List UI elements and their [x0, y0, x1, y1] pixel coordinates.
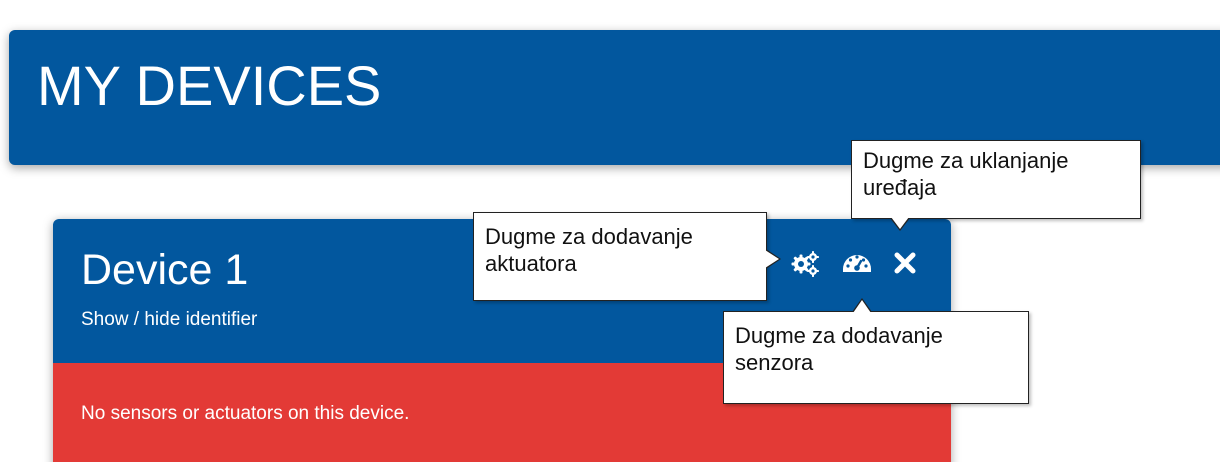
callout-remove-device: Dugme za uklanjanje uređaja — [851, 140, 1141, 231]
page-title: MY DEVICES — [37, 54, 382, 117]
empty-state-message: No sensors or actuators on this device. — [81, 403, 410, 424]
page: MY DEVICES Device 1 Show / hide identifi… — [0, 0, 1220, 462]
callout-add-actuator: Dugme za dodavanje aktuatora — [473, 212, 781, 301]
callout-remove-device-line2: uređaja — [863, 175, 937, 200]
tachometer-icon — [841, 247, 873, 279]
device-name: Device 1 — [81, 246, 249, 294]
callout-add-sensor: Dugme za dodavanje senzora — [723, 298, 1029, 404]
callout-add-sensor-line1: Dugme za dodavanje — [735, 323, 943, 348]
callout-pointer-fill — [765, 250, 779, 268]
callout-pointer-fill — [891, 217, 909, 229]
callout-remove-device-line1: Dugme za uklanjanje — [863, 148, 1069, 173]
close-icon — [889, 247, 921, 279]
callout-pointer-fill — [853, 300, 871, 313]
gears-icon — [789, 247, 821, 279]
remove-device-button[interactable] — [889, 247, 921, 279]
add-sensor-button[interactable] — [841, 247, 873, 279]
callout-add-sensor-line2: senzora — [735, 350, 814, 375]
add-actuator-button[interactable] — [789, 247, 821, 279]
callout-add-actuator-line1: Dugme za dodavanje — [485, 224, 693, 249]
callout-add-actuator-line2: aktuatora — [485, 251, 577, 276]
toggle-identifier-link[interactable]: Show / hide identifier — [81, 309, 257, 331]
